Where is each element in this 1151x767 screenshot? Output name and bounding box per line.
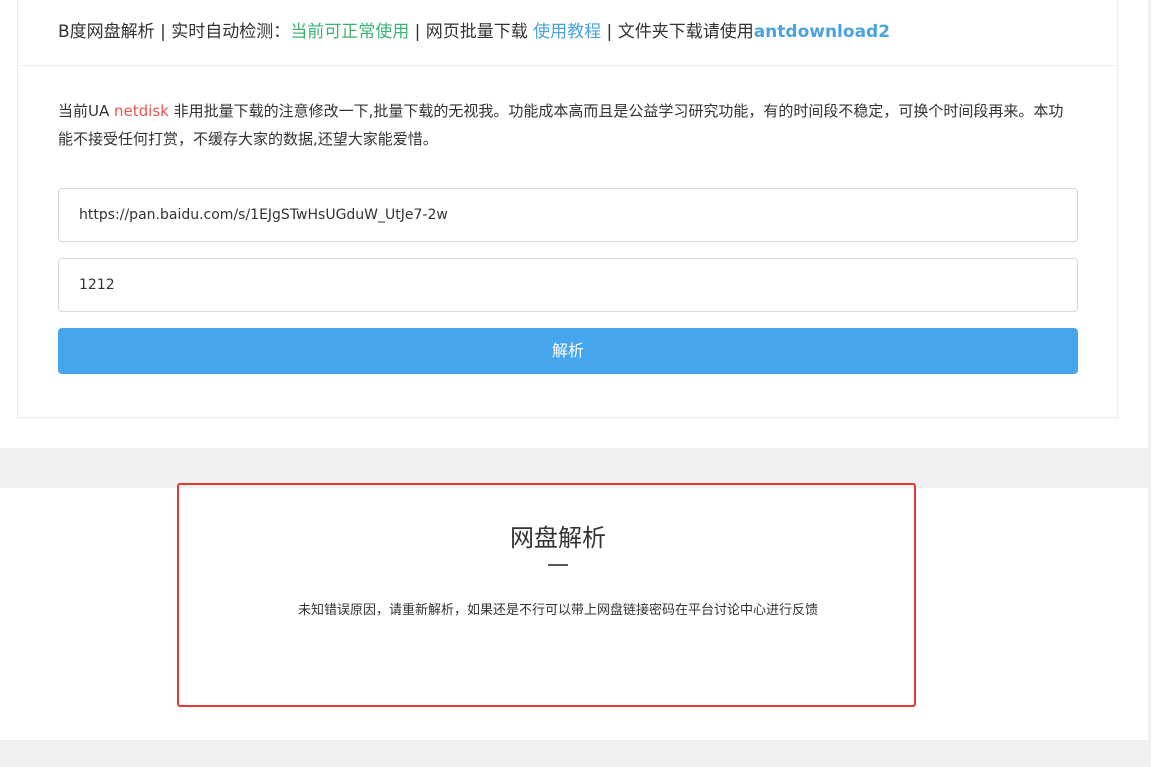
parse-card: B度网盘解析 | 实时自动检测：当前可正常使用 | 网页批量下载 使用教程 | …: [17, 0, 1118, 418]
highlight-box: [177, 483, 916, 707]
header-separator-1: | 网页批量下载: [409, 22, 534, 42]
status-text: 当前可正常使用: [290, 22, 410, 42]
notice-body: 非用批量下载的注意修改一下,批量下载的无视我。功能成本高而且是公益学习研究功能，…: [58, 102, 1064, 148]
parse-button[interactable]: 解析: [58, 328, 1078, 374]
antdownload-link[interactable]: antdownload2: [754, 22, 890, 42]
share-url-input[interactable]: https://pan.baidu.com/s/1EJgSTwHsUGduW_U…: [58, 188, 1078, 242]
notice-text: 当前UA netdisk 非用批量下载的注意修改一下,批量下载的无视我。功能成本…: [58, 97, 1068, 153]
notice-prefix: 当前UA: [58, 102, 115, 120]
share-password-input[interactable]: 1212: [58, 258, 1078, 312]
header-brand: B度网盘解析 | 实时自动检测：: [58, 22, 291, 42]
ua-value: netdisk: [114, 102, 169, 120]
tutorial-link[interactable]: 使用教程: [533, 22, 601, 42]
header-separator-2: | 文件夹下载请使用: [601, 22, 754, 42]
card-header: B度网盘解析 | 实时自动检测：当前可正常使用 | 网页批量下载 使用教程 | …: [18, 0, 1117, 66]
